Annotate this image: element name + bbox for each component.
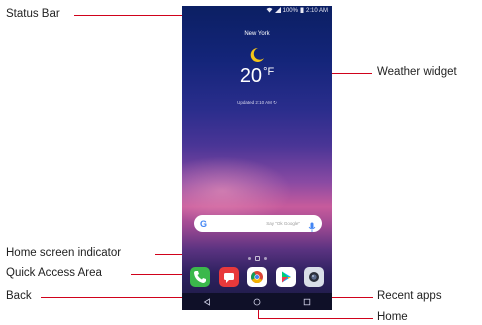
home-icon[interactable] (252, 297, 262, 307)
wifi-icon (266, 7, 273, 15)
chrome-icon[interactable] (247, 267, 267, 287)
moon-icon (248, 47, 266, 63)
weather-updated: Updated 2:10 AM ↻ (182, 100, 332, 106)
page-dot (247, 257, 251, 260)
page-dot (263, 257, 267, 260)
leader-quick-access-area (131, 274, 183, 275)
callout-weather-widget: Weather widget (377, 66, 457, 78)
leader-home (258, 318, 373, 319)
google-search-bar[interactable]: G Say "Ok Google" (194, 215, 322, 232)
callout-home-screen-indicator: Home screen indicator (6, 247, 122, 259)
google-logo-icon: G (200, 218, 208, 229)
battery-percent: 100% (282, 8, 298, 14)
battery-icon (300, 7, 304, 15)
home-page-dot (254, 256, 260, 261)
phone-icon[interactable] (190, 267, 210, 287)
navigation-bar (182, 293, 332, 310)
callout-back: Back (6, 290, 32, 302)
mic-icon[interactable] (308, 219, 316, 232)
weather-city: New York (244, 31, 270, 37)
quick-access-area (190, 265, 324, 289)
refresh-icon[interactable]: ↻ (273, 100, 277, 105)
recent-apps-icon[interactable] (302, 297, 312, 307)
annotated-screenshot: Status Bar Home screen indicator Quick A… (0, 0, 482, 325)
signal-icon (274, 7, 281, 15)
status-time: 2:10 AM (305, 8, 328, 14)
temperature-value: 20 (239, 65, 263, 87)
status-bar: 100% 2:10 AM (182, 6, 332, 16)
play-store-icon[interactable] (275, 267, 296, 287)
home-screen-indicator[interactable] (182, 256, 332, 261)
callout-quick-access-area: Quick Access Area (6, 267, 102, 279)
callout-home: Home (377, 311, 408, 323)
messaging-icon[interactable] (218, 267, 239, 287)
leader-status-bar (74, 15, 184, 16)
leader-home-screen-indicator (155, 254, 183, 255)
updated-text: Updated 2:10 AM (237, 100, 272, 105)
weather-temperature[interactable]: 20°F (182, 65, 332, 88)
callout-status-bar: Status Bar (6, 8, 60, 20)
search-placeholder: Say "Ok Google" (266, 221, 300, 226)
camera-icon[interactable] (304, 267, 324, 287)
temperature-unit: °F (263, 66, 275, 78)
phone-screen: 100% 2:10 AM New York 20°F Updated 2:10 … (182, 6, 332, 310)
back-icon[interactable] (202, 297, 212, 307)
callout-recent-apps: Recent apps (377, 290, 442, 302)
